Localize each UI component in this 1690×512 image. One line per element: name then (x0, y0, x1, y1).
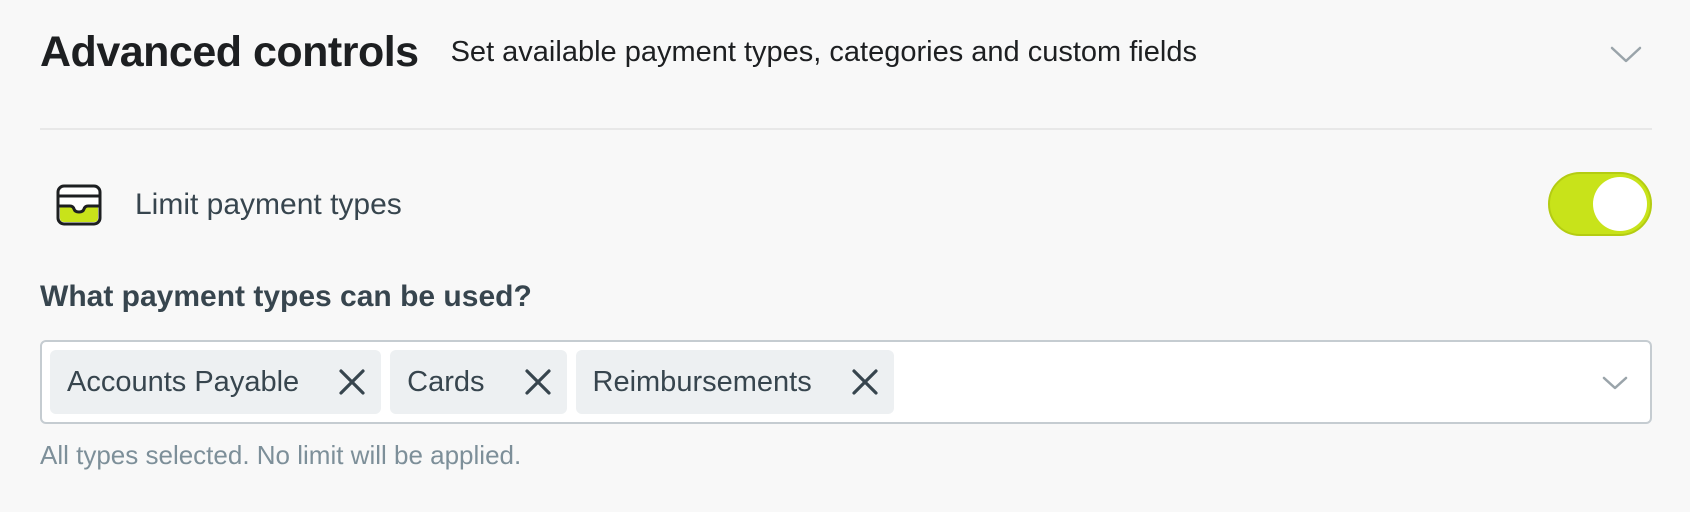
chip-reimbursements: Reimbursements (575, 350, 894, 414)
chip-label: Reimbursements (592, 365, 812, 398)
section-subtitle: Set available payment types, categories … (450, 35, 1197, 68)
payment-types-helper-text: All types selected. No limit will be app… (40, 440, 522, 470)
close-icon[interactable] (337, 367, 367, 397)
chip-cards: Cards (390, 350, 567, 414)
chevron-down-icon[interactable] (1610, 38, 1642, 70)
card-icon (56, 184, 102, 226)
chip-accounts-payable: Accounts Payable (50, 350, 382, 414)
advanced-controls-header[interactable]: Advanced controls Set available payment … (40, 0, 1652, 130)
payment-types-multiselect[interactable]: Accounts Payable Cards Reimbursements (40, 340, 1652, 424)
payment-types-question: What payment types can be used? (40, 280, 532, 313)
advanced-controls-panel: Advanced controls Set available payment … (0, 0, 1690, 512)
limit-payment-types-row: Limit payment types (40, 170, 1652, 240)
section-title: Advanced controls (40, 27, 419, 76)
chevron-down-icon[interactable] (1600, 368, 1630, 398)
limit-payment-types-label: Limit payment types (135, 188, 402, 221)
chip-label: Accounts Payable (67, 365, 300, 398)
chip-label: Cards (407, 365, 485, 398)
limit-payment-types-toggle[interactable] (1548, 172, 1652, 236)
close-icon[interactable] (850, 367, 880, 397)
toggle-knob (1593, 177, 1647, 231)
close-icon[interactable] (523, 367, 553, 397)
